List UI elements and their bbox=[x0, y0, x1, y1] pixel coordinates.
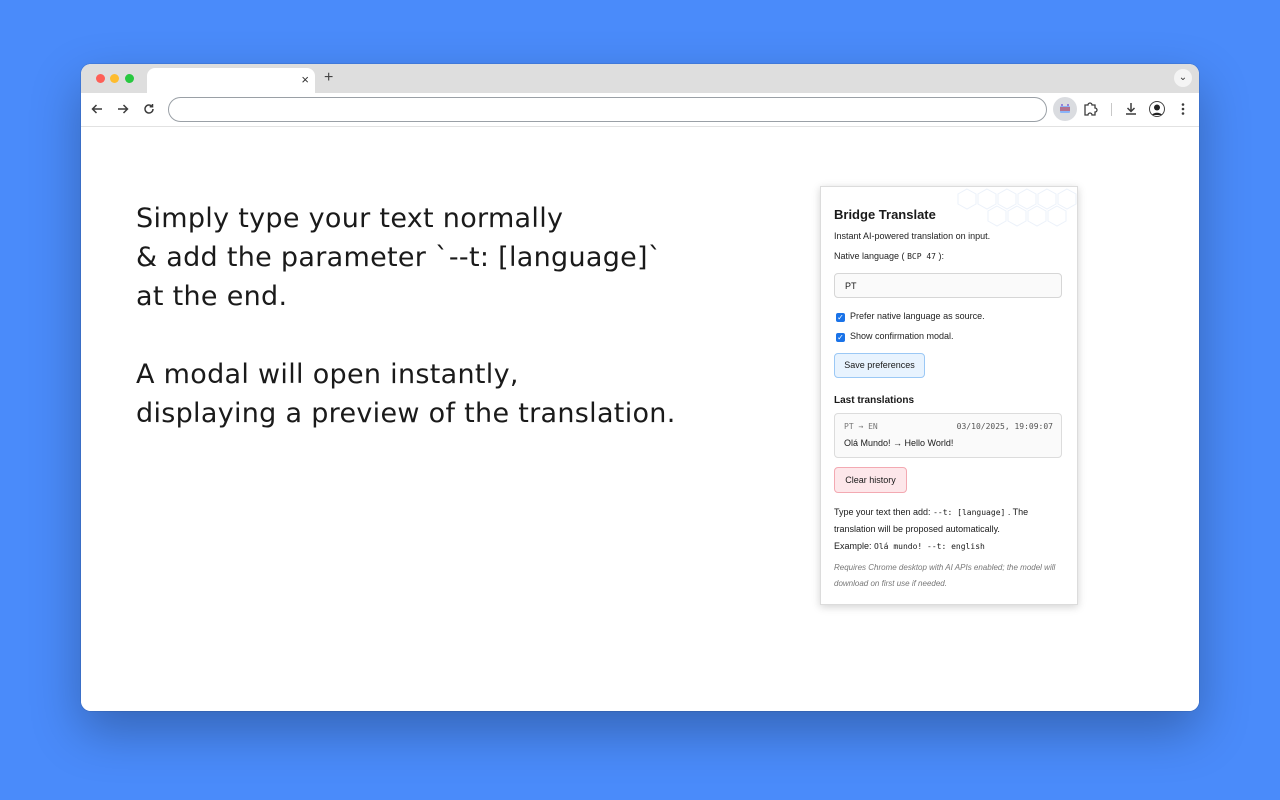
hexagon-pattern-decoration bbox=[957, 188, 1077, 227]
extension-popup: Bridge Translate Instant AI-powered tran… bbox=[820, 186, 1078, 605]
hero-line: A modal will open instantly, bbox=[136, 359, 519, 390]
download-icon[interactable] bbox=[1123, 101, 1139, 117]
active-tab[interactable]: × bbox=[147, 68, 315, 93]
clear-history-button[interactable]: Clear history bbox=[834, 467, 907, 493]
save-preferences-button[interactable]: Save preferences bbox=[834, 353, 925, 378]
hero-line: at the end. bbox=[136, 281, 288, 312]
hero-line: & add the parameter `--t: [language]` bbox=[136, 242, 662, 273]
show-modal-option[interactable]: ✓ Show confirmation modal. bbox=[836, 331, 954, 342]
browser-window: × + ⌄ Simply type your text normally & a… bbox=[81, 64, 1199, 711]
prefer-native-checkbox[interactable]: ✓ bbox=[836, 313, 845, 322]
back-icon[interactable] bbox=[89, 101, 105, 117]
new-tab-button[interactable]: + bbox=[324, 69, 333, 87]
extensions-puzzle-icon[interactable] bbox=[1077, 97, 1103, 121]
profile-avatar-icon[interactable] bbox=[1149, 101, 1165, 117]
history-item: PT → EN 03/10/2025, 19:09:07 Olá Mundo! … bbox=[834, 413, 1062, 458]
show-modal-label: Show confirmation modal. bbox=[850, 331, 954, 341]
history-title: Last translations bbox=[834, 395, 915, 406]
hero-text: Simply type your text normally & add the… bbox=[136, 199, 676, 433]
prefer-native-option[interactable]: ✓ Prefer native language as source. bbox=[836, 311, 985, 322]
tab-strip: × + ⌄ bbox=[81, 64, 1199, 93]
show-modal-checkbox[interactable]: ✓ bbox=[836, 333, 845, 342]
requirements-note: Requires Chrome desktop with AI APIs ena… bbox=[834, 563, 1056, 588]
toolbar-divider bbox=[1111, 103, 1112, 116]
hero-line: displaying a preview of the translation. bbox=[136, 398, 676, 429]
tab-close-icon[interactable]: × bbox=[301, 73, 309, 87]
prefer-native-label: Prefer native language as source. bbox=[850, 311, 985, 321]
history-langs: PT → EN bbox=[844, 422, 878, 431]
usage-help: Type your text then add: --t: [language]… bbox=[834, 507, 1029, 551]
history-timestamp: 03/10/2025, 19:09:07 bbox=[956, 422, 1053, 431]
history-text: Olá Mundo! → Hello World! bbox=[844, 438, 954, 448]
popup-subtitle: Instant AI-powered translation on input. bbox=[834, 231, 991, 241]
tab-search-button[interactable]: ⌄ bbox=[1174, 69, 1192, 87]
page-content: Simply type your text normally & add the… bbox=[81, 127, 1199, 711]
popup-title: Bridge Translate bbox=[834, 207, 936, 222]
reload-icon[interactable] bbox=[141, 101, 157, 117]
native-language-input[interactable]: PT bbox=[834, 273, 1062, 298]
browser-toolbar bbox=[81, 93, 1199, 127]
native-language-label: Native language ( BCP 47 ): bbox=[834, 251, 944, 261]
minimize-window-button[interactable] bbox=[110, 74, 119, 83]
hero-line: Simply type your text normally bbox=[136, 203, 564, 234]
address-bar[interactable] bbox=[168, 97, 1047, 122]
more-menu-icon[interactable] bbox=[1175, 101, 1191, 117]
maximize-window-button[interactable] bbox=[125, 74, 134, 83]
forward-icon[interactable] bbox=[115, 101, 131, 117]
bridge-translate-extension-icon[interactable] bbox=[1053, 97, 1077, 121]
close-window-button[interactable] bbox=[96, 74, 105, 83]
